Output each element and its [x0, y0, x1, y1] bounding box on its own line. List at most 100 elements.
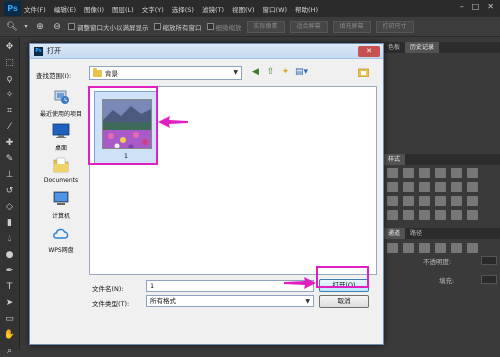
menu-file[interactable]: 文件(F): [24, 4, 46, 14]
scrubby-zoom-checkbox[interactable]: 细微缩放: [206, 22, 242, 32]
place-wps-cloud[interactable]: WPS网盘: [34, 225, 88, 254]
fill-screen-button[interactable]: 填充屏幕: [332, 20, 371, 33]
place-desktop[interactable]: 桌面: [34, 123, 88, 152]
style-swatch[interactable]: [419, 168, 430, 178]
fit-screen-button[interactable]: 适合屏幕: [289, 20, 328, 33]
style-swatch[interactable]: [387, 168, 398, 178]
lasso-tool-icon[interactable]: ϙ: [3, 74, 17, 85]
checkbox-box[interactable]: [68, 23, 75, 30]
actual-pixels-button[interactable]: 实际像素: [246, 20, 285, 33]
filter-icon[interactable]: [387, 243, 398, 253]
dodge-tool-icon[interactable]: ●: [3, 250, 17, 261]
tab-paths[interactable]: 路径: [405, 228, 427, 239]
style-swatch[interactable]: [387, 182, 398, 192]
menu-select[interactable]: 选择(S): [172, 4, 194, 14]
view-menu-icon[interactable]: ▤▾: [295, 66, 308, 78]
pen-tool-icon[interactable]: ✒: [3, 266, 17, 277]
filter-icon[interactable]: [435, 243, 446, 253]
style-swatch[interactable]: [467, 210, 478, 220]
style-swatch[interactable]: [467, 182, 478, 192]
menu-view[interactable]: 视图(V): [232, 4, 255, 14]
fill-field[interactable]: [481, 275, 497, 284]
menu-layer[interactable]: 图层(L): [112, 4, 134, 14]
style-swatch[interactable]: [435, 182, 446, 192]
history-brush-tool-icon[interactable]: ↺: [3, 186, 17, 197]
tab-history[interactable]: 历史记录: [405, 42, 440, 53]
style-swatch[interactable]: [403, 196, 414, 206]
menu-window[interactable]: 窗口(W): [263, 4, 288, 14]
marquee-tool-icon[interactable]: ⬚: [3, 58, 17, 69]
new-folder-icon[interactable]: ✦: [280, 66, 291, 78]
checkbox-box[interactable]: [153, 23, 161, 30]
print-size-button[interactable]: 打印尺寸: [375, 20, 414, 33]
back-icon[interactable]: ◀: [250, 66, 261, 78]
shape-tool-icon[interactable]: ▭: [3, 314, 17, 325]
place-documents[interactable]: Documents: [34, 157, 88, 184]
up-folder-icon[interactable]: ⇧: [265, 66, 276, 78]
filter-icon[interactable]: [403, 243, 414, 253]
crop-tool-icon[interactable]: ⌗: [3, 106, 17, 117]
style-swatch[interactable]: [451, 196, 462, 206]
file-type-dropdown[interactable]: 所有格式 ▼: [146, 295, 314, 307]
hand-tool-icon[interactable]: ✋: [3, 330, 17, 341]
style-swatch[interactable]: [403, 168, 414, 178]
opacity-field[interactable]: [481, 256, 497, 265]
zoom-all-checkbox[interactable]: 缩放所有窗口: [153, 22, 202, 32]
menu-type[interactable]: 文字(Y): [142, 4, 164, 14]
resize-windows-checkbox[interactable]: 调整窗口大小以满屏显示: [68, 22, 149, 32]
style-swatch[interactable]: [387, 210, 398, 220]
tab-swatches[interactable]: 色板: [383, 42, 405, 53]
close-icon[interactable]: ✕: [487, 2, 494, 11]
menu-help[interactable]: 帮助(H): [295, 4, 318, 14]
style-swatch[interactable]: [451, 210, 462, 220]
zoom-out-icon[interactable]: ⊖: [51, 22, 63, 32]
style-swatch[interactable]: [419, 210, 430, 220]
magic-wand-tool-icon[interactable]: ✧: [3, 90, 17, 101]
tab-styles[interactable]: 样式: [383, 154, 406, 165]
type-tool-icon[interactable]: T: [3, 282, 17, 293]
menu-image[interactable]: 图像(I): [84, 4, 104, 14]
eyedropper-tool-icon[interactable]: ⁄: [3, 122, 17, 133]
brush-tool-icon[interactable]: ✎: [3, 154, 17, 165]
tab-channels[interactable]: 通道: [383, 228, 406, 239]
dialog-close-button[interactable]: ✕: [358, 46, 380, 57]
style-swatch[interactable]: [403, 210, 414, 220]
style-swatch[interactable]: [403, 182, 414, 192]
style-swatch[interactable]: [451, 182, 462, 192]
eraser-tool-icon[interactable]: ◇: [3, 202, 17, 213]
blur-tool-icon[interactable]: 💧︎: [3, 234, 17, 245]
chevron-down-icon[interactable]: ▾: [23, 23, 29, 30]
zoom-tool-icon[interactable]: ⌕: [3, 346, 17, 357]
filter-icon[interactable]: [467, 243, 478, 253]
cancel-button[interactable]: 取消: [319, 295, 369, 308]
place-recent[interactable]: 最近使用的项目: [34, 89, 88, 118]
style-swatch[interactable]: [467, 196, 478, 206]
menu-edit[interactable]: 编辑(E): [54, 4, 76, 14]
gradient-tool-icon[interactable]: ▮: [3, 218, 17, 229]
filter-icon[interactable]: [451, 243, 462, 253]
healing-brush-tool-icon[interactable]: ✚: [3, 138, 17, 149]
minimize-icon[interactable]: –: [460, 2, 464, 11]
dialog-titlebar[interactable]: Ps 打开: [30, 44, 383, 59]
style-swatch[interactable]: [419, 182, 430, 192]
style-swatch[interactable]: [467, 168, 478, 178]
annotation-arrow-left: [158, 116, 188, 128]
menu-filter[interactable]: 滤镜(T): [202, 4, 224, 14]
move-tool-icon[interactable]: ✥: [3, 42, 17, 53]
style-swatch[interactable]: [419, 196, 430, 206]
place-computer[interactable]: 计算机: [34, 191, 88, 220]
style-swatch[interactable]: [435, 168, 446, 178]
path-selection-tool-icon[interactable]: ➤: [3, 298, 17, 309]
clone-stamp-tool-icon[interactable]: ⊥: [3, 170, 17, 181]
style-swatch[interactable]: [435, 196, 446, 206]
maximize-icon[interactable]: □: [472, 2, 480, 11]
look-in-dropdown[interactable]: 背景 ▼: [89, 66, 242, 80]
zoom-in-icon[interactable]: ⊕: [34, 22, 46, 32]
style-swatch[interactable]: [451, 168, 462, 178]
zoom-tool-icon[interactable]: 🔍︎: [6, 22, 18, 32]
filter-icon[interactable]: [419, 243, 430, 253]
style-swatch[interactable]: [435, 210, 446, 220]
style-swatch[interactable]: [387, 196, 398, 206]
checkbox-box[interactable]: [206, 23, 214, 30]
folder-icon[interactable]: [358, 68, 369, 77]
